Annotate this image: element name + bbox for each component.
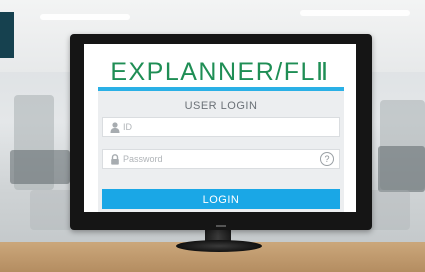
login-title: USER LOGIN xyxy=(184,100,258,112)
login-button[interactable]: LOGIN xyxy=(102,189,340,209)
ceiling-light xyxy=(40,14,130,20)
monitor-screen: EXPLANNER/FLⅡ USER LOGIN ID ? LOGIN xyxy=(84,44,356,212)
lock-icon xyxy=(110,154,120,165)
monitor-brand-mark xyxy=(216,225,226,227)
password-input[interactable] xyxy=(123,150,313,168)
user-icon xyxy=(110,122,120,133)
app-logo: EXPLANNER/FLⅡ xyxy=(110,58,330,86)
password-field[interactable]: ? xyxy=(102,149,340,169)
ceiling-light xyxy=(300,10,410,16)
login-panel: USER LOGIN ? xyxy=(98,91,344,212)
monitor-stand-base xyxy=(176,240,262,252)
background-chair xyxy=(10,150,70,184)
question-circle-icon[interactable]: ? xyxy=(320,152,334,166)
corner-tab xyxy=(0,12,14,58)
monitor-frame: EXPLANNER/FLⅡ USER LOGIN ID ? LOGIN xyxy=(70,34,372,230)
background-chair xyxy=(378,146,425,192)
id-field[interactable] xyxy=(102,117,340,137)
id-input[interactable] xyxy=(123,118,313,136)
